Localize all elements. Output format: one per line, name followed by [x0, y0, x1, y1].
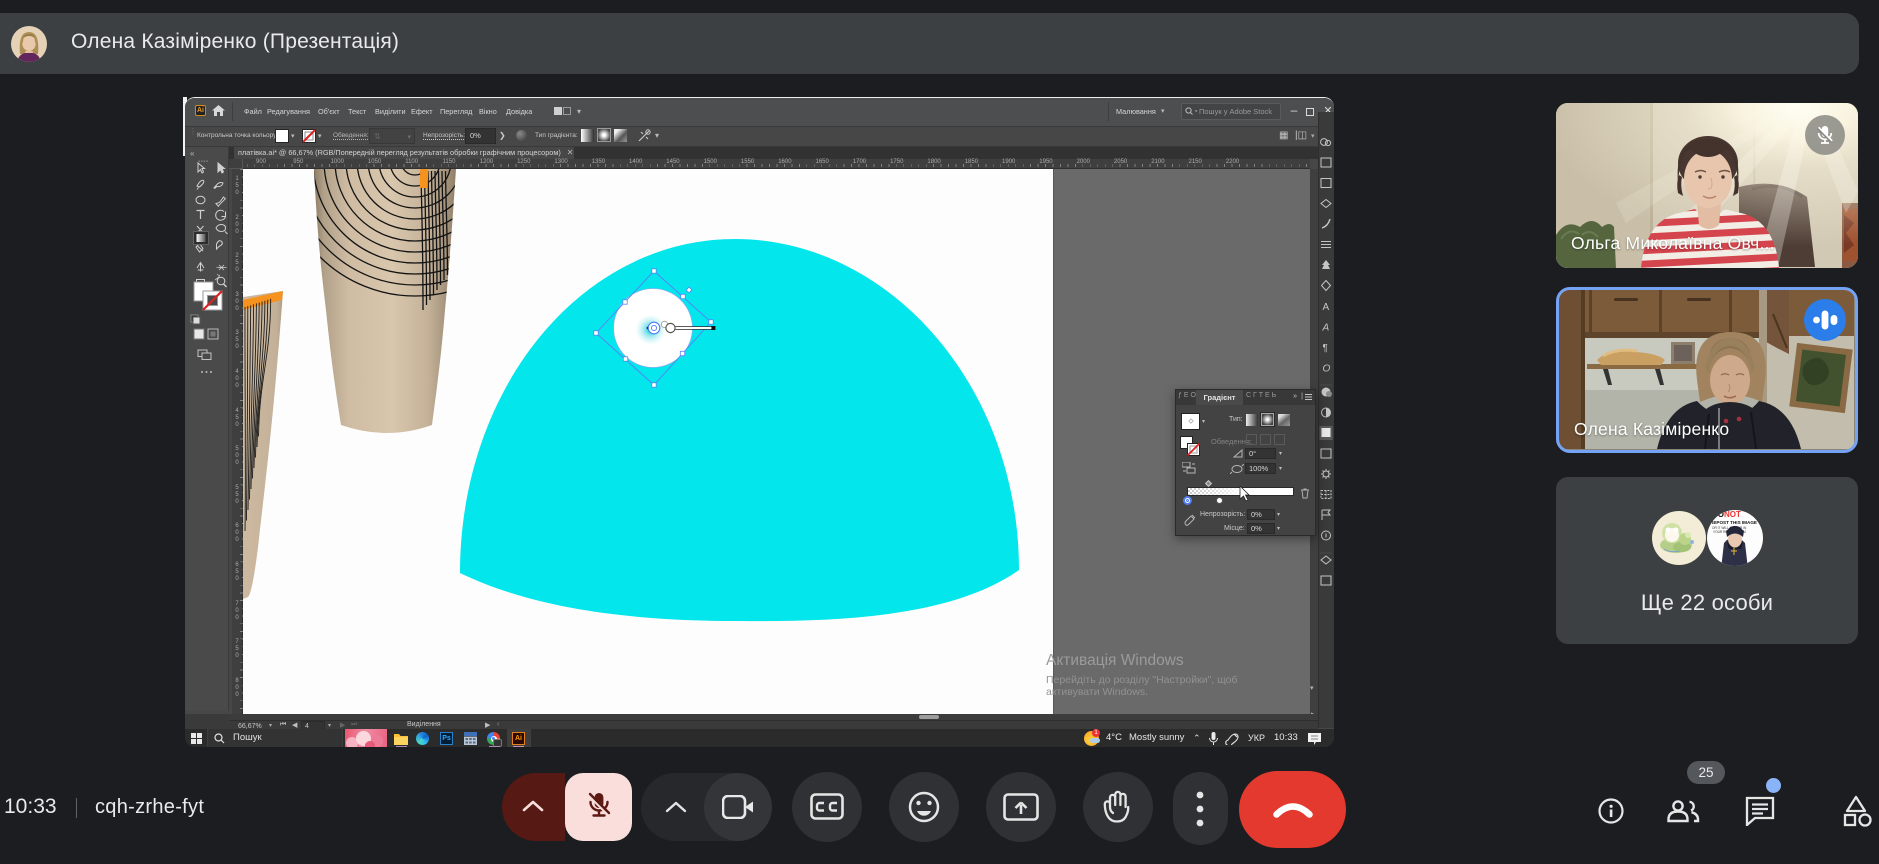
- svg-text:REPOST THIS IMAGE: REPOST THIS IMAGE: [1710, 520, 1757, 525]
- svg-text:DONOT: DONOT: [1712, 510, 1741, 519]
- svg-text:¶: ¶: [1323, 343, 1328, 354]
- svg-text:O: O: [1323, 364, 1331, 375]
- svg-text:A: A: [1322, 323, 1330, 334]
- svg-text:A: A: [1323, 302, 1330, 313]
